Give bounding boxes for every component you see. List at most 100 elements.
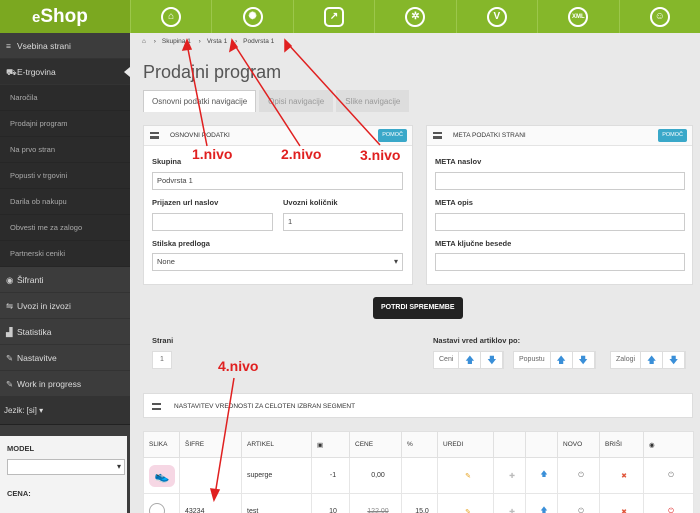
arrow-down-icon[interactable]: 🡇 [663, 352, 686, 368]
arrow-up-icon[interactable]: 🡅 [551, 352, 573, 368]
runner-icon: ✲ [405, 6, 426, 27]
move-icon[interactable]: ✚ [493, 457, 526, 494]
page-title: Prodajni program [143, 62, 282, 82]
xml-icon: XML [568, 6, 589, 27]
cell-artikel[interactable]: test [241, 493, 312, 513]
col-sifre[interactable]: ŠIFRE [179, 431, 242, 458]
sidebar-sub-na-prvo-stran[interactable]: Na prvo stran [0, 137, 130, 163]
breadcrumb-item[interactable]: Skupina 1 [162, 38, 191, 45]
move-icon[interactable]: ✚ [493, 493, 526, 513]
menu-icon: ≡ [6, 41, 11, 51]
eshop-logo[interactable]: eShop [0, 0, 130, 33]
cell-artikel[interactable]: superge [241, 457, 312, 494]
save-changes-button[interactable]: POTRDI SPREMEMBE [373, 297, 463, 319]
col-visible: ◉ [643, 431, 694, 458]
segment-settings-bar[interactable]: NASTAVITEV VREDNOSTI ZA CELOTEN IZBRAN S… [143, 393, 693, 418]
cell-percent: 15,0 [401, 493, 438, 513]
sidebar-item-etrgovina[interactable]: ⛟E-trgovina [0, 59, 130, 85]
sidebar-sub-narocila[interactable]: Naročila [0, 85, 130, 111]
cell-price: 122,00 [349, 493, 402, 513]
home-icon[interactable]: ⌂ [142, 38, 146, 45]
sidebar-item-label: Work in progress [17, 379, 82, 389]
cena-label: CENA: [7, 489, 31, 498]
arrow-down-icon[interactable]: 🡇 [573, 352, 595, 368]
language-selector[interactable]: Jezik: [si] ▾ [0, 397, 130, 425]
breadcrumb-item[interactable]: Vrsta 1 [207, 38, 227, 45]
sidebar-item-work-in-progress[interactable]: ✎ Work in progress [0, 371, 130, 397]
product-thumb [149, 502, 165, 513]
sidebar-item-uvozi[interactable]: ⇋ Uvozi in izvozi [0, 293, 130, 319]
sidebar-sub-popusti[interactable]: Popusti v trgovini [0, 163, 130, 189]
breadcrumb-item[interactable]: Podvrsta 1 [243, 38, 274, 45]
sidebar-sub-darila[interactable]: Darila ob nakupu [0, 189, 130, 215]
arrow-up-icon[interactable]: 🡅 [641, 352, 664, 368]
edit-icon[interactable]: ✎ [437, 457, 494, 494]
annotation-level-4: 4.nivo [218, 358, 259, 374]
delete-icon[interactable]: ✖ [599, 493, 644, 513]
meta-title-label: META naslov [435, 157, 482, 166]
annotation-level-1: 1.nivo [192, 146, 233, 162]
nav-export[interactable]: ↗ [292, 0, 374, 33]
visibility-power-icon[interactable]: ⏻ [643, 457, 694, 494]
cell-stock: -1 [311, 457, 350, 494]
sidebar-item-nastavitve[interactable]: ✎ Nastavitve [0, 345, 130, 371]
nav-xml[interactable]: XML [537, 0, 618, 33]
tab-bar: Osnovni podatki navigacije Opisi navigac… [143, 90, 412, 112]
cart-icon: ⛟ [6, 67, 17, 77]
visibility-power-icon[interactable]: ⏻ [643, 493, 694, 513]
template-select[interactable]: None [152, 253, 403, 271]
power-icon[interactable]: ⏻ [557, 493, 600, 513]
sidebar-item-label: Uvozi in izvozi [17, 301, 71, 311]
sidebar-sub-partnerski[interactable]: Partnerski ceniki [0, 241, 130, 267]
sidebar-item-vsebina[interactable]: ≡ Vsebina strani [0, 33, 130, 59]
help-button[interactable]: POMOČ [378, 129, 407, 142]
sidebar-sub-obvesti[interactable]: Obvesti me za zalogo [0, 215, 130, 241]
model-label: MODEL [7, 444, 35, 453]
delete-icon[interactable]: ✖ [599, 457, 644, 494]
nav-brain[interactable]: ✺ [211, 0, 292, 33]
sidebar-sub-prodajni-program[interactable]: Prodajni program [0, 111, 130, 137]
col-brisi: BRIŠI [599, 431, 644, 458]
nav-v[interactable]: V [455, 0, 537, 33]
meta-title-input[interactable] [435, 172, 685, 190]
tab-slike[interactable]: Slike navigacije [336, 90, 410, 112]
arrow-up-icon[interactable]: 🡅 [525, 457, 558, 494]
cell-price: 0,00 [349, 457, 402, 494]
meta-desc-input[interactable] [435, 213, 685, 231]
nav-user[interactable]: ☺ [618, 0, 700, 33]
menu-icon [152, 403, 161, 410]
cell-stock: 10 [311, 493, 350, 513]
sort-label: Nastavi vred artiklov po: [433, 336, 521, 345]
sidebar-item-statistika[interactable]: ▟ Statistika [0, 319, 130, 345]
sidebar-item-sifranti[interactable]: ◉ Šifranti [0, 267, 130, 293]
v-icon: V [486, 6, 507, 27]
sidebar-item-label: E-trgovina [17, 67, 56, 77]
nav-runner[interactable]: ✲ [374, 0, 455, 33]
sort-label-price: Ceni [434, 352, 460, 368]
chevron-down-icon: ▾ [39, 406, 44, 415]
language-label: Jezik: [si] [4, 406, 37, 415]
skupina-input[interactable]: Podvrsta 1 [152, 172, 403, 190]
url-input[interactable] [152, 213, 273, 231]
wrench-icon: ✎ [6, 379, 14, 389]
col-order [525, 431, 558, 458]
tab-opisi[interactable]: Opisi navigacije [259, 90, 334, 112]
nav-home[interactable]: ⌂ [130, 0, 211, 33]
tab-osnovni-podatki[interactable]: Osnovni podatki navigacije [143, 90, 257, 112]
arrow-up-icon[interactable]: 🡅 [525, 493, 558, 513]
col-cene[interactable]: CENE [349, 431, 402, 458]
arrow-up-icon[interactable]: 🡅 [459, 352, 482, 368]
page-number[interactable]: 1 [152, 351, 172, 369]
edit-icon[interactable]: ✎ [437, 493, 494, 513]
qty-input[interactable]: 1 [283, 213, 403, 231]
meta-keywords-input[interactable] [435, 253, 685, 271]
menu-icon [433, 132, 442, 139]
power-icon[interactable]: ⏻ [557, 457, 600, 494]
model-select[interactable] [7, 459, 125, 475]
col-artikel[interactable]: ARTIKEL [241, 431, 312, 458]
table-row: 43234 test 10 122,00 15,0 ✎ ✚ 🡅 ⏻ ✖ ⏻ [143, 493, 694, 513]
help-button[interactable]: POMOČ [658, 129, 687, 142]
arrow-down-icon[interactable]: 🡇 [481, 352, 504, 368]
template-label: Stilska predloga [152, 239, 210, 248]
breadcrumb: ⌂ › Skupina 1 › Vrsta 1 › Podvrsta 1 [142, 38, 275, 45]
